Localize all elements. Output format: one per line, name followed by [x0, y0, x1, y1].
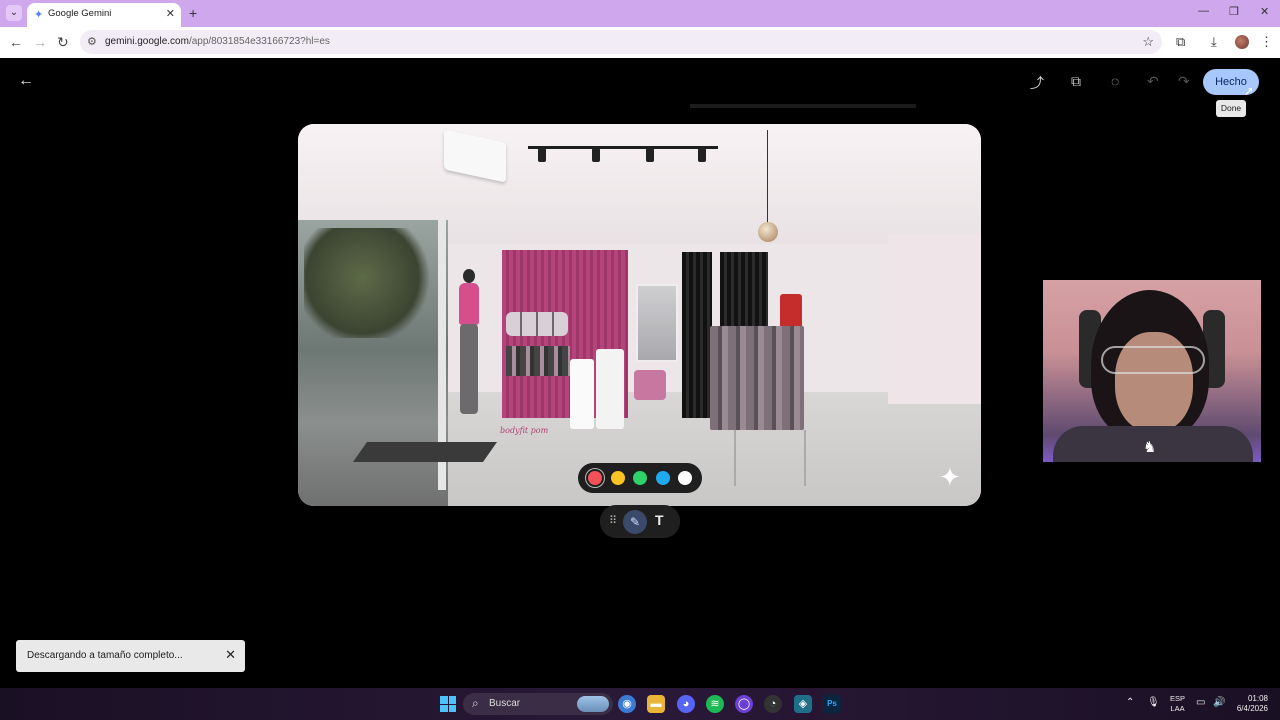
extensions-icon[interactable]: ⧉	[1176, 34, 1185, 50]
color-green-swatch[interactable]	[633, 471, 647, 485]
display-pedestal	[570, 359, 594, 429]
pen-icon[interactable]: ✎	[623, 510, 647, 534]
tray-chevron-icon[interactable]: ⌃	[1126, 697, 1134, 708]
background-dimmed-bar	[690, 104, 916, 108]
mirror	[636, 284, 678, 362]
url-text: gemini.google.com/app/8031854e33166723?h…	[105, 36, 330, 47]
chrome-icon[interactable]: ◉	[618, 695, 636, 713]
edited-image[interactable]: bodyfit pom ✦	[298, 124, 981, 506]
color-white-swatch[interactable]	[678, 471, 692, 485]
sparkle-icon: ✦	[939, 462, 961, 492]
search-highlight-image	[577, 696, 609, 712]
system-clock[interactable]: 01:08 6/4/2026	[1232, 694, 1268, 714]
browser-toolbar: ← → ↻ ⚙ gemini.google.com/app/8031854e33…	[0, 27, 1280, 58]
mouse-cursor-icon: ➚	[1244, 84, 1255, 98]
pendant-wire	[767, 130, 768, 225]
search-label: Buscar	[489, 698, 521, 709]
obs-icon[interactable]: ◯	[735, 695, 753, 713]
start-icon[interactable]	[440, 696, 456, 712]
app-icon[interactable]: ◔	[764, 695, 782, 713]
bookmark-star-icon[interactable]: ☆	[1142, 34, 1154, 50]
spotlight	[698, 148, 706, 162]
color-blue-swatch[interactable]	[656, 471, 670, 485]
display-tops	[506, 312, 568, 336]
left-clothing-rack	[506, 346, 570, 376]
volume-icon[interactable]: 🔊	[1213, 697, 1225, 708]
store-right-wall	[888, 234, 981, 404]
text-icon[interactable]: T	[655, 512, 664, 528]
mannequin	[454, 269, 484, 429]
spotify-icon[interactable]: ≋	[706, 695, 724, 713]
copy-icon[interactable]: ⧉	[1071, 73, 1081, 90]
loading-icon: ◌	[1111, 73, 1120, 89]
new-tab-icon[interactable]: +	[189, 5, 197, 21]
download-toast: Descargando a tamaño completo... ✕	[16, 640, 245, 672]
spotlight	[646, 148, 654, 162]
webcam-overlay: ♞	[1043, 280, 1261, 462]
back-arrow-icon[interactable]: ←	[18, 72, 34, 90]
done-tooltip: Done	[1216, 100, 1246, 117]
fitting-room-curtain	[682, 252, 712, 418]
downloads-icon[interactable]: ⤓	[1211, 34, 1217, 50]
share-icon[interactable]: ⤴	[1030, 73, 1044, 93]
color-yellow-swatch[interactable]	[611, 471, 625, 485]
file-explorer-icon[interactable]: ▬	[647, 695, 665, 713]
profile-avatar[interactable]	[1235, 35, 1249, 49]
toast-close-icon[interactable]: ✕	[225, 647, 236, 663]
minimize-icon[interactable]: —	[1198, 5, 1209, 17]
windows-taskbar: ⌕ Buscar ◉ ▬ ◕ ≋ ◯ ◔ ◈ Ps ⌃ 🎙 ESP LAA ▭ …	[0, 688, 1280, 720]
pink-ottoman	[634, 370, 666, 400]
microphone-icon[interactable]: 🎙	[1147, 697, 1160, 708]
light-track	[528, 146, 718, 149]
floor-brand-text: bodyfit pom	[500, 426, 549, 435]
browser-tab[interactable]: ✦ Google Gemini ✕	[27, 3, 181, 27]
street-tree	[304, 228, 434, 338]
toast-message: Descargando a tamaño completo...	[27, 650, 183, 661]
gemini-favicon-icon: ✦	[34, 9, 44, 21]
browser-menu-icon[interactable]: ⋮	[1260, 34, 1273, 50]
glasses	[1101, 346, 1205, 374]
tab-title: Google Gemini	[48, 8, 112, 19]
photoshop-icon[interactable]: Ps	[823, 695, 841, 713]
address-bar[interactable]: ⚙ gemini.google.com/app/8031854e33166723…	[80, 30, 1162, 54]
app-cube-icon[interactable]: ◈	[794, 695, 812, 713]
spotlight	[538, 148, 546, 162]
tab-close-icon[interactable]: ✕	[166, 7, 175, 20]
grip-icon[interactable]: ⠿	[609, 514, 617, 527]
drawing-toolbar: ⠿ ✎ T	[600, 505, 680, 538]
undo-icon[interactable]: ↶	[1147, 73, 1159, 90]
color-palette	[578, 463, 702, 493]
pendant-lamp	[758, 222, 778, 242]
language-indicator[interactable]: ESP LAA	[1170, 694, 1185, 714]
network-icon[interactable]: ▭	[1196, 697, 1205, 708]
redo-icon[interactable]: ↷	[1178, 73, 1190, 90]
tab-search-menu-icon[interactable]: ⌄	[6, 5, 22, 21]
browser-tab-strip: ⌄ ✦ Google Gemini ✕ + — ❐ ✕	[0, 0, 1280, 27]
window-close-icon[interactable]: ✕	[1260, 5, 1269, 18]
color-red-swatch[interactable]	[588, 471, 602, 485]
site-info-icon[interactable]: ⚙	[87, 35, 97, 48]
discord-icon[interactable]: ◕	[677, 695, 695, 713]
mannequin-platform	[352, 442, 498, 462]
display-pedestal	[596, 349, 624, 429]
forward-icon[interactable]: →	[33, 34, 47, 50]
taskbar-search[interactable]: ⌕ Buscar	[463, 693, 613, 715]
spotlight	[592, 148, 600, 162]
reload-icon[interactable]: ↻	[57, 34, 69, 51]
right-clothing-rack	[710, 326, 804, 430]
streamer-logo-icon: ♞	[1143, 439, 1157, 456]
rack-stand	[734, 430, 806, 486]
search-icon: ⌕	[472, 696, 479, 710]
back-icon[interactable]: ←	[9, 34, 23, 50]
restore-icon[interactable]: ❐	[1229, 5, 1239, 18]
